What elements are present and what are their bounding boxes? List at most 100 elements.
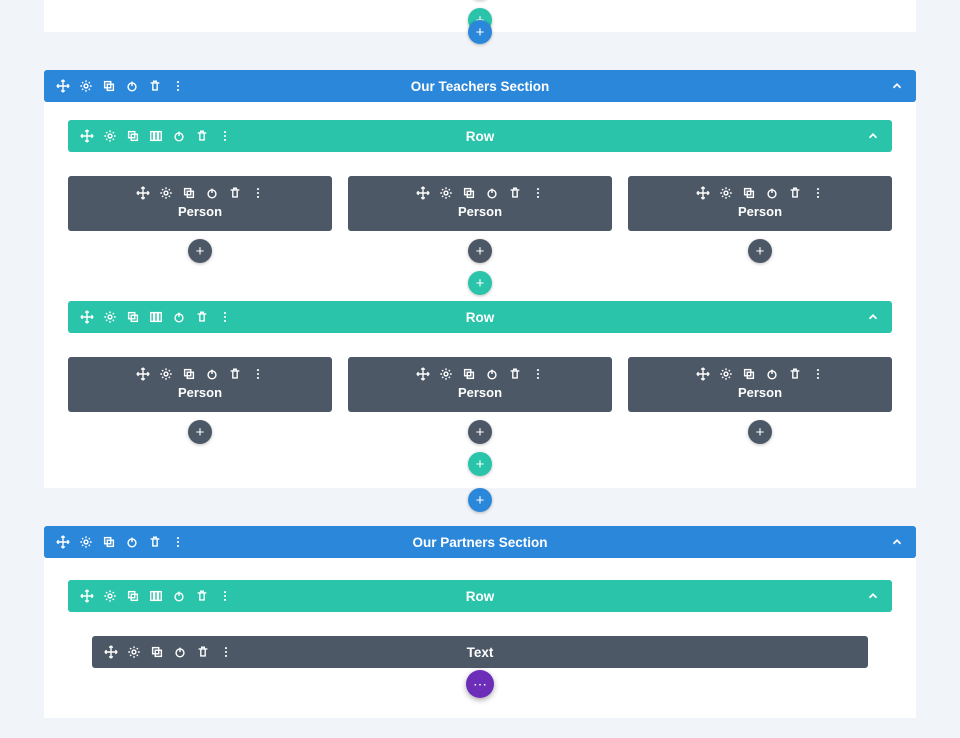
duplicate-icon[interactable] [150,645,164,659]
power-icon[interactable] [765,186,779,200]
more-icon[interactable] [171,535,185,549]
trash-icon[interactable] [148,79,162,93]
more-icon[interactable] [251,367,265,381]
power-icon[interactable] [125,535,139,549]
power-icon[interactable] [205,186,219,200]
more-icon[interactable] [218,129,232,143]
gear-icon[interactable] [79,535,93,549]
move-icon[interactable] [56,79,70,93]
trash-icon[interactable] [196,645,210,659]
power-icon[interactable] [173,645,187,659]
add-module-button[interactable]: + [468,420,492,444]
more-icon[interactable] [219,645,233,659]
add-module-button[interactable]: + [188,239,212,263]
add-row-button[interactable]: + [468,271,492,295]
add-module-button[interactable]: + [748,239,772,263]
add-module-button[interactable]: + [188,420,212,444]
trash-icon[interactable] [195,589,209,603]
duplicate-icon[interactable] [126,589,140,603]
trash-icon[interactable] [508,186,522,200]
power-icon[interactable] [172,589,186,603]
gear-icon[interactable] [439,367,453,381]
module-person[interactable]: Person [68,176,332,231]
gear-icon[interactable] [439,186,453,200]
gear-icon[interactable] [103,589,117,603]
move-icon[interactable] [416,367,430,381]
power-icon[interactable] [172,310,186,324]
gear-icon[interactable] [79,79,93,93]
duplicate-icon[interactable] [462,186,476,200]
power-icon[interactable] [765,367,779,381]
trash-icon[interactable] [228,186,242,200]
module-person[interactable]: Person [68,357,332,412]
section-header[interactable]: Our Partners Section [44,526,916,558]
module-person[interactable]: Person [348,176,612,231]
move-icon[interactable] [80,589,94,603]
gear-icon[interactable] [159,367,173,381]
fab-more[interactable]: ⋯ [466,670,494,698]
add-row-button[interactable]: + [468,452,492,476]
section-header[interactable]: Our Teachers Section [44,70,916,102]
move-icon[interactable] [696,186,710,200]
trash-icon[interactable] [228,367,242,381]
columns-icon[interactable] [149,129,163,143]
move-icon[interactable] [80,129,94,143]
collapse-icon[interactable] [890,535,904,549]
trash-icon[interactable] [195,310,209,324]
move-icon[interactable] [56,535,70,549]
move-icon[interactable] [80,310,94,324]
power-icon[interactable] [485,186,499,200]
duplicate-icon[interactable] [742,367,756,381]
module-person[interactable]: Person [628,357,892,412]
trash-icon[interactable] [508,367,522,381]
more-icon[interactable] [811,367,825,381]
trash-icon[interactable] [195,129,209,143]
row-header[interactable]: Row [68,301,892,333]
duplicate-icon[interactable] [182,186,196,200]
add-section-button[interactable]: + [468,488,492,512]
move-icon[interactable] [416,186,430,200]
collapse-icon[interactable] [866,129,880,143]
more-icon[interactable] [171,79,185,93]
columns-icon[interactable] [149,589,163,603]
move-icon[interactable] [696,367,710,381]
gear-icon[interactable] [103,310,117,324]
gear-icon[interactable] [719,186,733,200]
trash-icon[interactable] [148,535,162,549]
columns-icon[interactable] [149,310,163,324]
more-icon[interactable] [251,186,265,200]
add-module-button[interactable]: + [748,420,772,444]
gear-icon[interactable] [719,367,733,381]
power-icon[interactable] [205,367,219,381]
collapse-icon[interactable] [890,79,904,93]
module-person[interactable]: Person [628,176,892,231]
add-section-button[interactable]: + [468,20,492,44]
trash-icon[interactable] [788,367,802,381]
module-person[interactable]: Person [348,357,612,412]
more-icon[interactable] [218,589,232,603]
duplicate-icon[interactable] [126,129,140,143]
trash-icon[interactable] [788,186,802,200]
duplicate-icon[interactable] [462,367,476,381]
more-icon[interactable] [811,186,825,200]
duplicate-icon[interactable] [102,79,116,93]
row-header[interactable]: Row [68,120,892,152]
collapse-icon[interactable] [866,310,880,324]
collapse-icon[interactable] [866,589,880,603]
more-icon[interactable] [531,186,545,200]
gear-icon[interactable] [103,129,117,143]
more-icon[interactable] [531,367,545,381]
duplicate-icon[interactable] [742,186,756,200]
power-icon[interactable] [172,129,186,143]
duplicate-icon[interactable] [102,535,116,549]
move-icon[interactable] [136,186,150,200]
module-text[interactable]: Text [92,636,868,668]
power-icon[interactable] [125,79,139,93]
more-icon[interactable] [218,310,232,324]
duplicate-icon[interactable] [126,310,140,324]
power-icon[interactable] [485,367,499,381]
move-icon[interactable] [136,367,150,381]
gear-icon[interactable] [127,645,141,659]
row-header[interactable]: Row [68,580,892,612]
duplicate-icon[interactable] [182,367,196,381]
